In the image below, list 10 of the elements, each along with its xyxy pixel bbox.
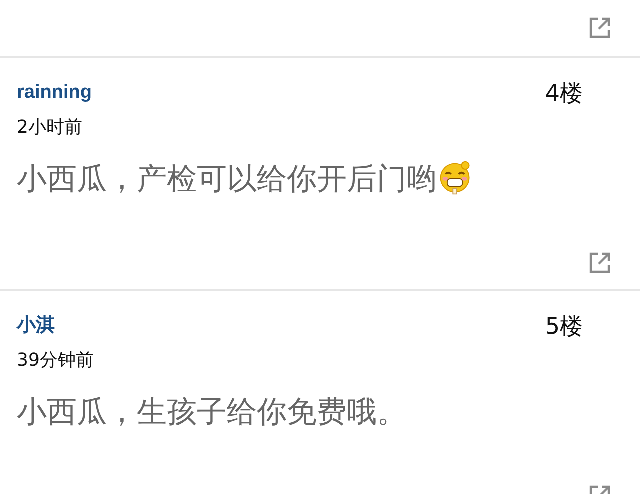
username[interactable]: rainning (17, 79, 92, 107)
share-icon[interactable] (588, 16, 612, 40)
comment-text: 小西瓜，产检可以给你开后门哟 (17, 160, 437, 198)
floor-number: 4楼 (545, 80, 583, 109)
post-time: 39分钟前 (17, 349, 94, 373)
username[interactable]: 小淇 (17, 312, 55, 340)
share-icon[interactable] (588, 251, 612, 275)
floor-number: 5楼 (545, 313, 583, 342)
post-time: 2小时前 (17, 116, 82, 140)
comment-text: 小西瓜，生孩子给你免费哦。 (17, 394, 407, 432)
